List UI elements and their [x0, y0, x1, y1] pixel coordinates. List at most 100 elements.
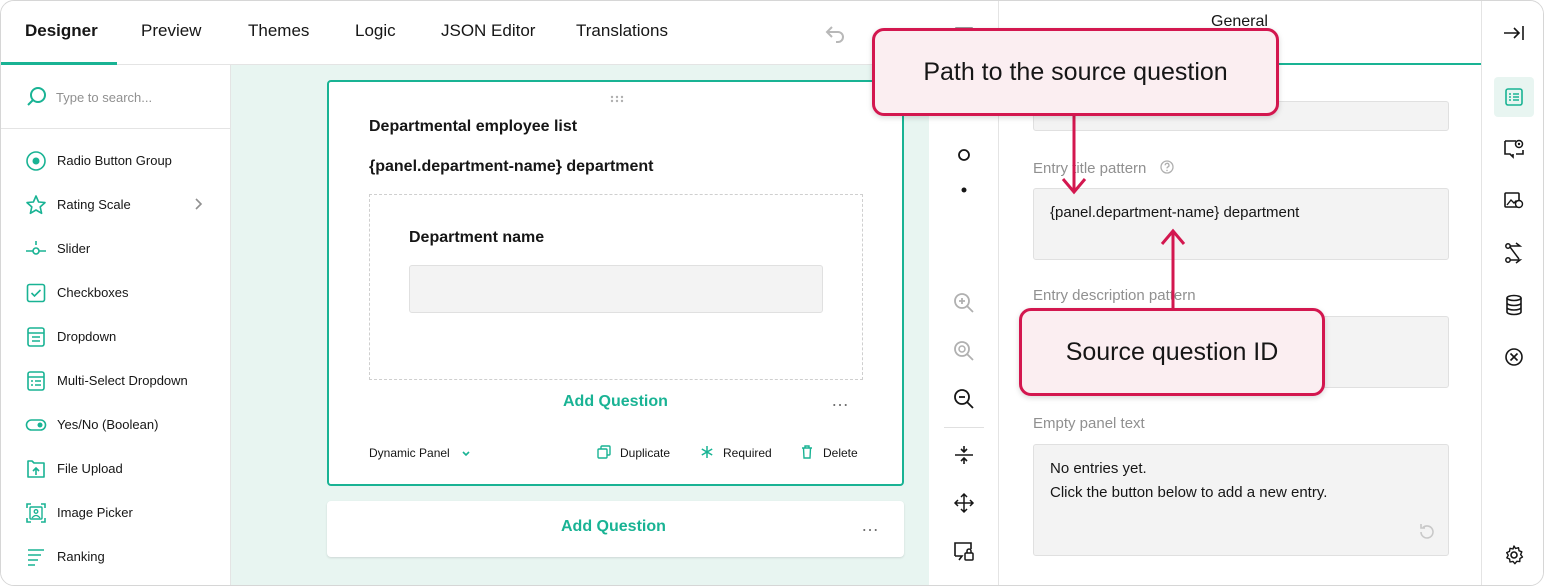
required-button[interactable]: Required	[723, 446, 772, 460]
star-icon	[26, 195, 46, 215]
chevron-down-icon	[462, 451, 470, 456]
settings-chat-icon[interactable]	[1502, 137, 1526, 166]
duplicate-button[interactable]: Duplicate	[620, 446, 670, 460]
callout-source-question-id: Source question ID	[1019, 308, 1325, 396]
toolbox-item-label: Ranking	[57, 549, 105, 564]
toolbox-item-label: Slider	[57, 241, 91, 256]
slider-icon	[26, 241, 46, 255]
add-question-button[interactable]: Add Question	[561, 518, 666, 536]
clear-circle-icon[interactable]	[1502, 345, 1526, 374]
delete-button[interactable]: Delete	[823, 446, 858, 460]
toolbox-item-label: Radio Button Group	[57, 153, 172, 168]
trash-icon	[799, 444, 815, 465]
toolbar-divider	[944, 427, 984, 428]
toolbox-item-multi-select-dropdown[interactable]: Multi-Select Dropdown	[1, 359, 231, 403]
tab-json-editor[interactable]: JSON Editor	[441, 21, 535, 41]
toolbox-item-boolean[interactable]: Yes/No (Boolean)	[1, 403, 231, 447]
undo-icon[interactable]	[823, 21, 847, 50]
empty-panel-text-line-2: Click the button below to add a new entr…	[1050, 484, 1328, 501]
circle-outline-icon[interactable]	[952, 143, 976, 172]
toolbox-item-label: Image Picker	[57, 505, 133, 520]
toolbox-item-checkboxes[interactable]: Checkboxes	[1, 271, 231, 315]
panel-template: Department name	[369, 194, 863, 380]
zoom-reset-icon[interactable]	[952, 339, 976, 368]
department-name-input[interactable]	[409, 265, 823, 313]
empty-panel-text-label: Empty panel text	[1033, 415, 1145, 432]
empty-panel-text-field[interactable]: No entries yet. Click the button below t…	[1033, 444, 1449, 556]
toolbox-item-ranking[interactable]: Ranking	[1, 535, 231, 579]
callout-path-to-source: Path to the source question	[872, 28, 1279, 116]
general-properties-icon[interactable]	[1502, 85, 1526, 114]
toolbox-search	[1, 65, 231, 129]
toolbox-item-dropdown[interactable]: Dropdown	[1, 315, 231, 359]
empty-panel-text-value: No entries yet. Click the button below t…	[1050, 457, 1327, 505]
collapse-icon[interactable]	[952, 443, 976, 472]
tab-themes[interactable]: Themes	[248, 21, 309, 41]
tab-designer[interactable]: Designer	[25, 21, 98, 41]
toolbox-item-rating-scale[interactable]: Rating Scale	[1, 183, 231, 227]
tab-logic[interactable]: Logic	[355, 21, 396, 41]
toolbox-item-label: File Upload	[57, 461, 123, 476]
question-title[interactable]: Department name	[409, 229, 544, 247]
dropdown-icon	[27, 327, 45, 347]
zoom-in-icon[interactable]	[952, 291, 976, 320]
toolbox-item-label: Checkboxes	[57, 285, 129, 300]
more-icon[interactable]: …	[861, 515, 880, 536]
drag-handle-icon[interactable]	[609, 91, 625, 109]
app-window: Designer Preview Themes Logic JSON Edito…	[0, 0, 1544, 586]
multi-select-icon	[27, 371, 45, 391]
toolbox-item-file-upload[interactable]: File Upload	[1, 447, 231, 491]
collapse-panel-icon[interactable]	[1502, 21, 1526, 50]
dot-icon[interactable]	[952, 178, 976, 207]
chevron-right-icon[interactable]	[193, 197, 203, 214]
toolbox-panel: Radio Button Group Rating Scale Slider C…	[1, 65, 231, 585]
duplicate-icon	[596, 444, 612, 465]
panel-description[interactable]: {panel.department-name} department	[369, 158, 654, 176]
database-icon[interactable]	[1502, 293, 1526, 322]
image-picker-icon	[26, 503, 46, 523]
entry-title-label-text: Entry title pattern	[1033, 160, 1147, 177]
toggle-icon	[25, 419, 47, 431]
empty-panel-text-line-1: No entries yet.	[1050, 460, 1147, 477]
toolbox-item-label: Multi-Select Dropdown	[57, 373, 188, 388]
callout-source-id-text: Source question ID	[1065, 338, 1279, 366]
help-icon[interactable]	[1159, 159, 1175, 175]
ranking-icon	[28, 549, 44, 566]
zoom-out-icon[interactable]	[952, 387, 976, 416]
dynamic-panel-card[interactable]: Departmental employee list {panel.depart…	[327, 80, 904, 486]
toolbox-item-label: Dropdown	[57, 329, 117, 344]
toolbox-item-label: Yes/No (Boolean)	[57, 417, 159, 432]
entry-title-pattern-field[interactable]: {panel.department-name} department	[1033, 188, 1449, 260]
design-canvas: Departmental employee list {panel.depart…	[231, 65, 929, 585]
panel-title[interactable]: Departmental employee list	[369, 118, 577, 136]
question-type-selector[interactable]: Dynamic Panel	[369, 446, 471, 460]
tab-preview[interactable]: Preview	[141, 21, 201, 41]
image-edit-icon[interactable]	[1502, 189, 1526, 218]
search-icon	[25, 85, 49, 114]
tab-translations[interactable]: Translations	[576, 21, 668, 41]
right-sidebar	[1481, 1, 1543, 585]
radio-icon	[26, 151, 46, 171]
required-icon	[699, 444, 715, 465]
toolbox-item-image-picker[interactable]: Image Picker	[1, 491, 231, 535]
search-input[interactable]	[56, 87, 216, 107]
checkbox-icon	[26, 283, 46, 303]
file-upload-icon	[27, 460, 45, 478]
question-type-label: Dynamic Panel	[369, 446, 450, 460]
add-question-button[interactable]: Add Question	[563, 393, 668, 411]
logic-flow-icon[interactable]	[1502, 241, 1526, 270]
reset-icon[interactable]	[1416, 521, 1438, 548]
entry-title-label: Entry title pattern	[1033, 159, 1175, 177]
toolbox-item-label: Rating Scale	[57, 197, 131, 212]
toolbox-item-slider[interactable]: Slider	[1, 227, 231, 271]
page-add-question-card: Add Question …	[327, 501, 904, 557]
lock-icon[interactable]	[952, 539, 976, 568]
callout-path-text: Path to the source question	[923, 58, 1228, 86]
top-tab-bar: Designer Preview Themes Logic JSON Edito…	[1, 1, 929, 65]
entry-title-pattern-value: {panel.department-name} department	[1050, 204, 1300, 221]
toolbox-item-radio-button-group[interactable]: Radio Button Group	[1, 139, 231, 183]
move-icon[interactable]	[952, 491, 976, 520]
more-icon[interactable]: …	[831, 390, 850, 411]
entry-description-label: Entry description pattern	[1033, 287, 1196, 304]
gear-icon[interactable]	[1502, 543, 1526, 572]
